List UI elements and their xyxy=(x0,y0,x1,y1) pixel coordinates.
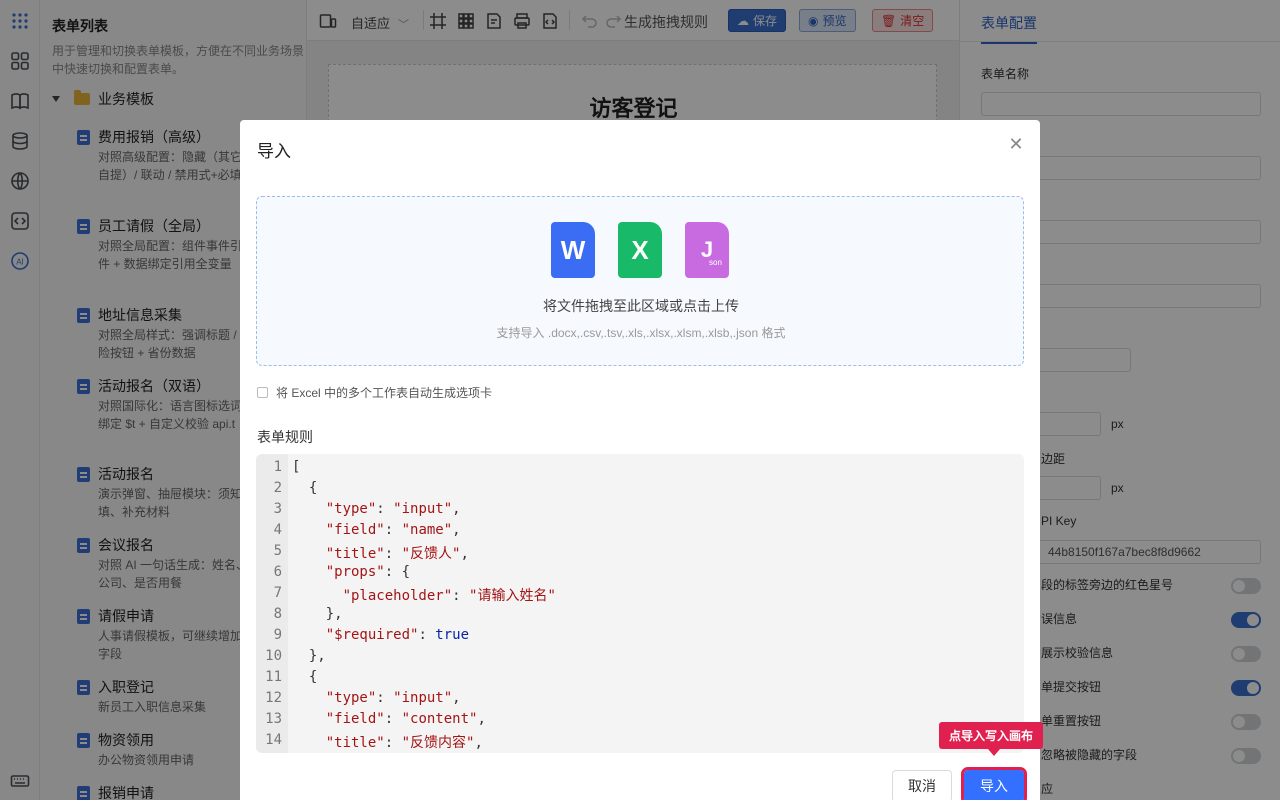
line-number: 5 xyxy=(273,543,282,559)
rules-title: 表单规则 xyxy=(257,429,313,445)
code-line: "$required": true xyxy=(325,627,470,643)
line-number: 4 xyxy=(273,522,282,538)
checkbox-label: 将 Excel 中的多个工作表自动生成选项卡 xyxy=(276,386,493,400)
line-number: 12 xyxy=(265,690,282,706)
code-line: "props": { xyxy=(325,564,411,580)
line-number: 1 xyxy=(273,459,282,475)
code-line: "placeholder": "请输入姓名" xyxy=(342,588,556,604)
json-file-icon: Json xyxy=(685,222,729,278)
line-number: 3 xyxy=(273,501,282,517)
line-number: 2 xyxy=(273,480,282,496)
code-line: { xyxy=(292,480,318,496)
rules-code-editor[interactable]: 1 [2 {3 "type": "input", 4 "field": "name"… xyxy=(256,454,1024,753)
code-line: }, xyxy=(292,648,326,664)
line-number: 7 xyxy=(273,585,282,601)
code-line: { xyxy=(292,669,318,685)
upload-dropzone[interactable]: W X Json 将文件拖拽至此区域或点击上传 支持导入 .docx,.csv,… xyxy=(256,196,1024,366)
code-line: [ xyxy=(292,459,301,475)
word-file-icon: W xyxy=(551,222,595,278)
code-line: "field": "content", xyxy=(325,711,486,727)
import-button[interactable]: 导入 xyxy=(961,767,1027,800)
code-line: }, xyxy=(292,606,343,622)
excel-sheets-checkbox[interactable]: 将 Excel 中的多个工作表自动生成选项卡 xyxy=(257,384,492,401)
code-line: "title": "反馈内容", xyxy=(325,735,483,751)
import-dialog: 导入 ✕ W X Json 将文件拖拽至此区域或点击上传 支持导入 .docx,… xyxy=(240,120,1040,800)
line-number: 10 xyxy=(265,648,282,664)
dropzone-hint: 将文件拖拽至此区域或点击上传 xyxy=(543,298,739,314)
line-number: 6 xyxy=(273,564,282,580)
import-tooltip: 点导入写入画布 xyxy=(939,722,1044,756)
excel-file-icon: X xyxy=(618,222,662,278)
code-line: "type": "input", xyxy=(325,501,461,517)
line-number: 11 xyxy=(265,669,282,685)
line-number: 8 xyxy=(273,606,282,622)
dialog-title: 导入 xyxy=(257,142,291,161)
checkbox-box[interactable] xyxy=(257,387,268,398)
line-number-gutter xyxy=(256,454,288,753)
dropzone-formats: 支持导入 .docx,.csv,.tsv,.xls,.xlsx,.xlsm,.x… xyxy=(496,326,786,340)
line-number: 9 xyxy=(273,627,282,643)
code-line: "type": "input", xyxy=(325,690,461,706)
cancel-button[interactable]: 取消 xyxy=(892,770,952,800)
code-line: "field": "name", xyxy=(325,522,461,538)
line-number: 14 xyxy=(265,732,282,748)
close-icon[interactable]: ✕ xyxy=(1007,135,1025,153)
line-number: 13 xyxy=(265,711,282,727)
code-line: "title": "反馈人", xyxy=(325,546,469,562)
